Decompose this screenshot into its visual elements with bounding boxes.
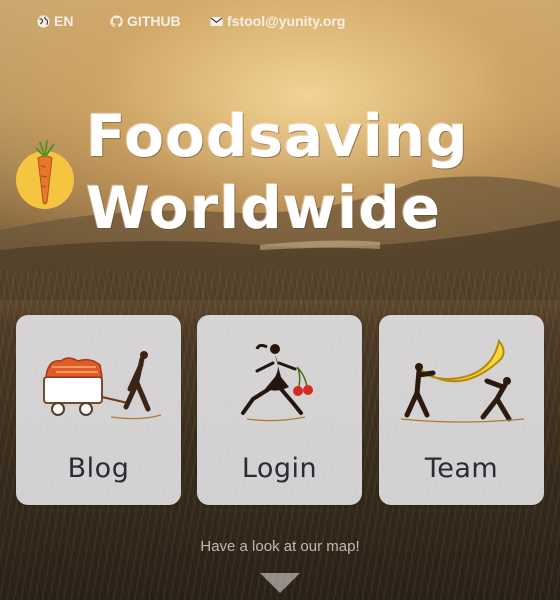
envelope-icon xyxy=(210,16,223,26)
top-nav: EN GITHUB fstool@yunity.org xyxy=(0,0,560,42)
banana-carriers-illustration xyxy=(400,338,525,423)
carrot-logo xyxy=(16,139,74,209)
language-switch[interactable]: EN xyxy=(37,13,73,29)
blog-label: Blog xyxy=(67,453,130,484)
globe-icon xyxy=(37,14,50,28)
map-prompt: Have a look at our map! xyxy=(200,538,360,555)
login-label: Login xyxy=(241,453,318,484)
github-label: GITHUB xyxy=(127,13,181,29)
cherries-runner-illustration xyxy=(241,343,313,422)
team-card[interactable]: Team xyxy=(379,315,544,505)
chevron-down-icon[interactable] xyxy=(260,573,300,593)
email-link[interactable]: fstool@yunity.org xyxy=(210,13,345,29)
login-card[interactable]: Login xyxy=(197,315,362,505)
card-grid: Blog Login Team xyxy=(16,315,544,505)
title-line-1: Foodsaving xyxy=(86,102,469,170)
github-icon xyxy=(110,14,123,27)
title-line-2: Worldwide xyxy=(86,174,442,242)
github-link[interactable]: GITHUB xyxy=(110,13,181,29)
cart-walker-illustration xyxy=(43,351,162,420)
language-label: EN xyxy=(54,13,74,29)
site-title: Foodsaving Worldwide xyxy=(86,100,506,244)
team-label: Team xyxy=(424,453,499,484)
blog-card[interactable]: Blog xyxy=(16,315,181,505)
email-label: fstool@yunity.org xyxy=(227,13,346,29)
